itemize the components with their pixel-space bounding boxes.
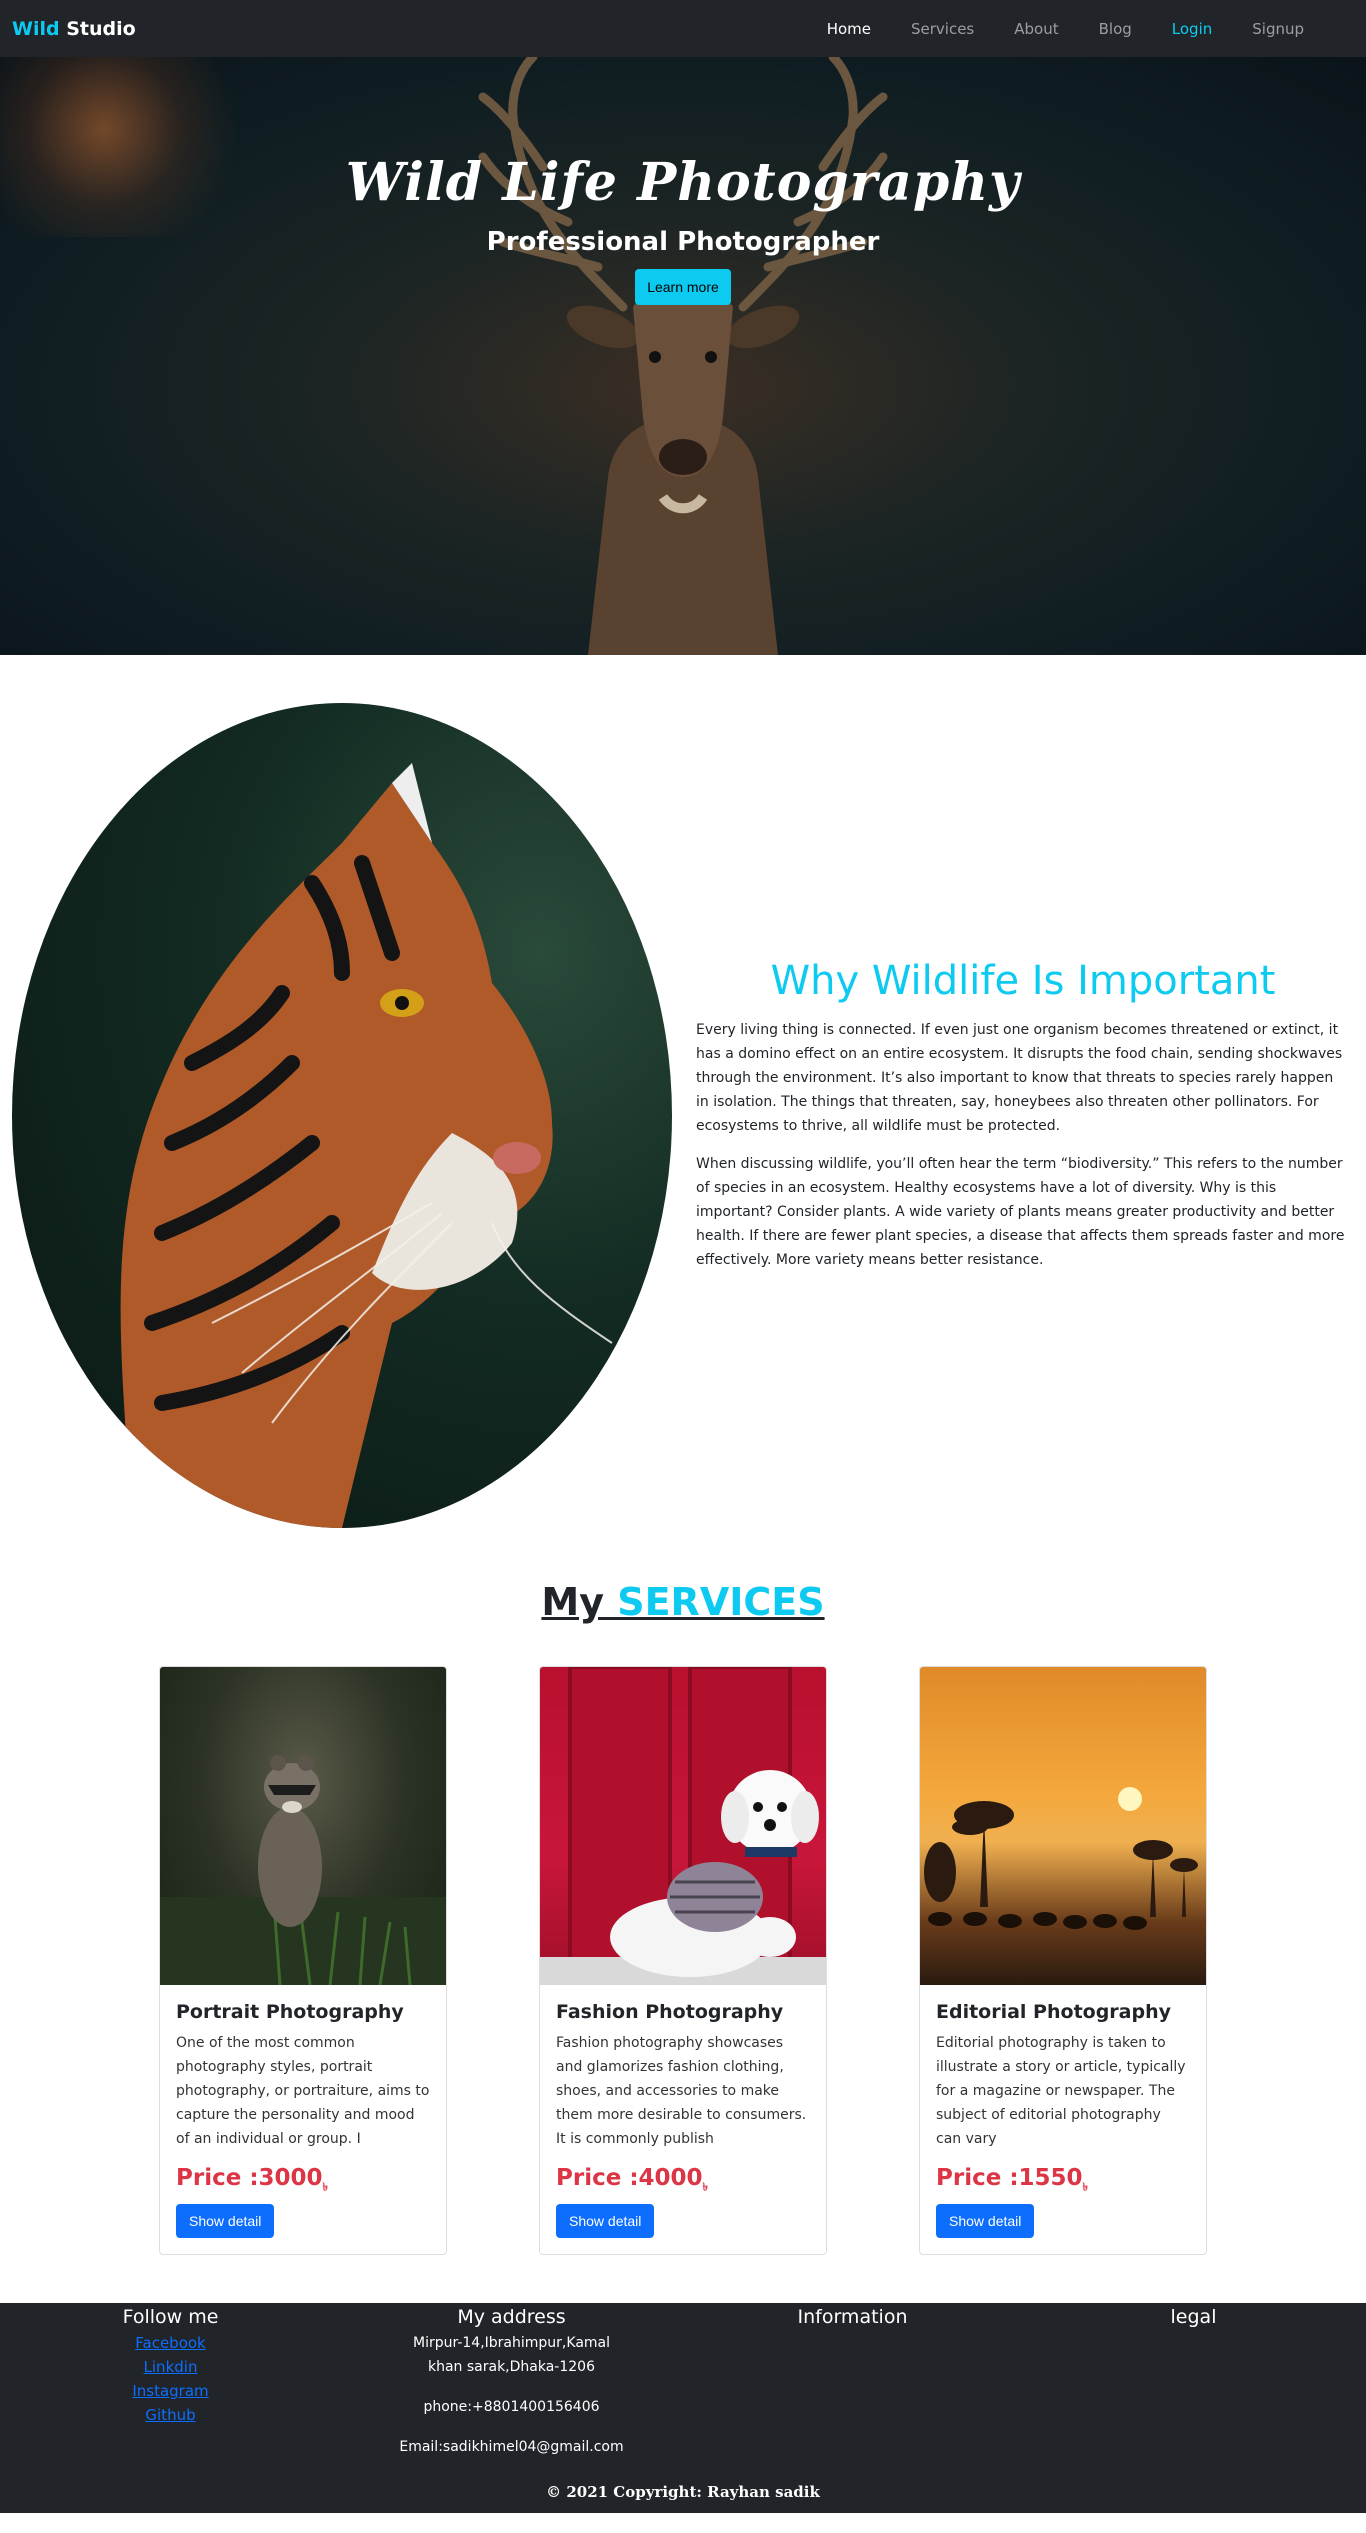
- copyright: © 2021 Copyright: Rayhan sadik: [546, 2482, 820, 2501]
- nav-links: Home Services About Blog Login Signup: [807, 20, 1324, 38]
- legal-column: legal: [1023, 2303, 1364, 2459]
- card-price: Price :4000৳: [556, 2165, 810, 2198]
- why-paragraph: When discussing wildlife, you’ll often h…: [696, 1156, 1345, 1268]
- nav-signup[interactable]: Signup: [1232, 20, 1324, 38]
- show-detail-button[interactable]: Show detail: [936, 2203, 1035, 2238]
- card-text: One of the most common photography style…: [176, 2035, 430, 2147]
- show-detail-button[interactable]: Show detail: [556, 2203, 655, 2238]
- services-title: My SERVICES: [0, 1580, 1366, 1624]
- card-body: Editorial Photography Editorial photogra…: [920, 1985, 1206, 2254]
- github-link[interactable]: Github: [0, 2403, 341, 2427]
- why-title: Why Wildlife Is Important: [770, 958, 1276, 1004]
- price-value: Price :3000: [176, 2165, 323, 2191]
- card-price: Price :3000৳: [176, 2165, 430, 2198]
- navbar: Wild Studio Home Services About Blog Log…: [0, 0, 1366, 57]
- deer-image: [478, 57, 888, 655]
- card-body: Portrait Photography One of the most com…: [160, 1985, 446, 2254]
- why-text: Why Wildlife Is Important Every living t…: [696, 703, 1350, 1528]
- follow-column: Follow me Facebook Linkdin Instagram Git…: [0, 2303, 341, 2459]
- address-title: My address: [457, 2305, 566, 2328]
- brand-part1: Wild: [12, 17, 60, 40]
- nav-login[interactable]: Login: [1152, 20, 1232, 38]
- tiger-image: [12, 703, 672, 1528]
- card-text: Editorial photography is taken to illust…: [936, 2035, 1186, 2147]
- service-card: Editorial Photography Editorial photogra…: [919, 1666, 1207, 2255]
- nav-blog[interactable]: Blog: [1079, 20, 1152, 38]
- footer: Follow me Facebook Linkdin Instagram Git…: [0, 2302, 1366, 2513]
- instagram-link[interactable]: Instagram: [0, 2379, 341, 2403]
- learn-more-button[interactable]: Learn more: [635, 269, 731, 305]
- card-text: Fashion photography showcases and glamor…: [556, 2035, 807, 2147]
- facebook-link[interactable]: Facebook: [0, 2331, 341, 2355]
- card-price: Price :1550৳: [936, 2165, 1190, 2198]
- currency-symbol: ৳: [702, 2180, 709, 2194]
- service-card: Portrait Photography One of the most com…: [159, 1666, 447, 2255]
- service-card: Fashion Photography Fashion photography …: [539, 1666, 827, 2255]
- information-column: Information: [682, 2303, 1023, 2459]
- services-title-part1: My: [541, 1580, 604, 1624]
- price-value: Price :4000: [556, 2165, 703, 2191]
- currency-symbol: ৳: [322, 2180, 329, 2194]
- hero-banner: Wild Life Photography Professional Photo…: [0, 57, 1366, 655]
- dog-image: [540, 1667, 826, 1985]
- phone-text: phone:+8801400156406: [423, 2398, 600, 2415]
- savanna-image: [920, 1667, 1206, 1985]
- tiger-image-wrap: [12, 703, 672, 1528]
- brand-logo[interactable]: Wild Studio: [12, 18, 136, 40]
- linkedin-link[interactable]: Linkdin: [0, 2355, 341, 2379]
- legal-title: legal: [1170, 2305, 1217, 2328]
- email-text: Email:sadikhimel04@gmail.com: [399, 2438, 624, 2455]
- price-value: Price :1550: [936, 2165, 1083, 2191]
- card-title: Editorial Photography: [936, 2001, 1172, 2023]
- nav-home[interactable]: Home: [807, 20, 891, 38]
- address-text: Mirpur-14,Ibrahimpur,Kamal khan sarak,Dh…: [413, 2334, 610, 2375]
- why-section: Why Wildlife Is Important Every living t…: [0, 655, 1366, 1528]
- follow-title: Follow me: [122, 2305, 219, 2328]
- services-cards: Portrait Photography One of the most com…: [0, 1666, 1366, 2303]
- brand-part2: Studio: [66, 17, 136, 40]
- nav-services[interactable]: Services: [891, 20, 994, 38]
- footer-columns: Follow me Facebook Linkdin Instagram Git…: [0, 2303, 1366, 2459]
- hero-subtitle: Professional Photographer: [486, 227, 880, 257]
- services-title-part2: SERVICES: [604, 1580, 825, 1624]
- card-title: Fashion Photography: [556, 2001, 784, 2023]
- raccoon-image: [160, 1667, 446, 1985]
- card-title: Portrait Photography: [176, 2001, 404, 2023]
- show-detail-button[interactable]: Show detail: [176, 2203, 275, 2238]
- why-paragraph: Every living thing is connected. If even…: [696, 1022, 1343, 1134]
- hero-title: Wild Life Photography: [345, 152, 1021, 213]
- nav-about[interactable]: About: [994, 20, 1078, 38]
- card-body: Fashion Photography Fashion photography …: [540, 1985, 826, 2254]
- currency-symbol: ৳: [1082, 2180, 1089, 2194]
- hero-content: Wild Life Photography Professional Photo…: [0, 152, 1366, 305]
- information-title: Information: [797, 2305, 908, 2328]
- address-column: My address Mirpur-14,Ibrahimpur,Kamal kh…: [341, 2303, 682, 2459]
